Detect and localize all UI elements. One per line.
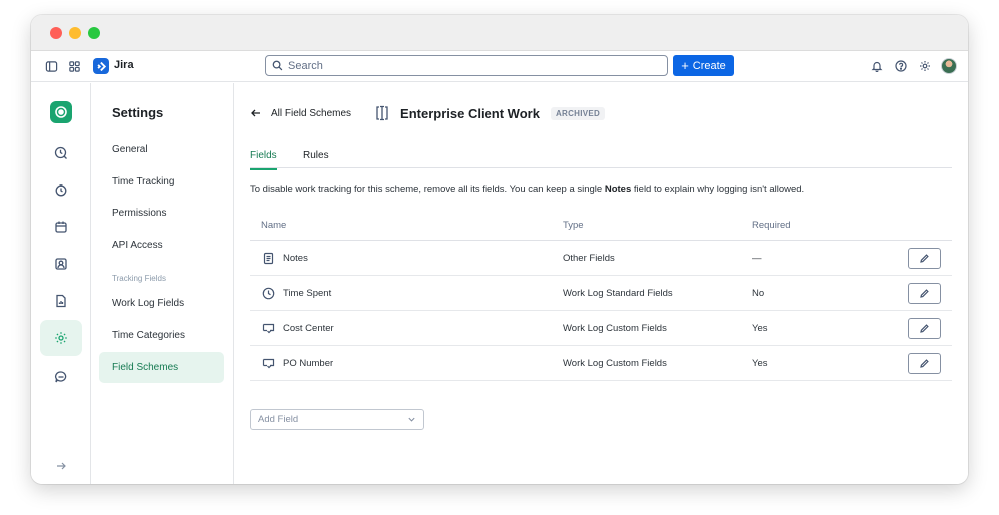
field-required: No <box>752 288 765 299</box>
comment-check-icon <box>261 357 275 371</box>
edit-button[interactable] <box>908 318 941 339</box>
field-name-cell: Notes <box>261 241 308 276</box>
sidebar-item-field-schemes[interactable]: Field Schemes <box>99 352 224 383</box>
field-type: Work Log Standard Fields <box>563 288 673 299</box>
chat-icon[interactable] <box>53 369 69 385</box>
expand-arrow-icon[interactable] <box>53 458 69 474</box>
settings-gear-icon[interactable] <box>53 330 69 346</box>
main-content: All Field Schemes Enterprise Client Work… <box>234 83 968 484</box>
pencil-icon <box>919 288 930 299</box>
document-icon <box>261 252 275 266</box>
column-header-required: Required <box>752 220 791 231</box>
field-name-cell: PO Number <box>261 346 333 381</box>
field-name: Notes <box>283 253 308 264</box>
create-button-label: Create <box>692 59 726 72</box>
app-switcher-icon[interactable] <box>66 58 82 74</box>
field-scheme-icon <box>373 104 391 122</box>
gear-icon[interactable] <box>917 58 933 74</box>
tab-fields[interactable]: Fields <box>250 150 277 170</box>
field-name: Cost Center <box>283 323 334 334</box>
search-icon <box>272 60 283 71</box>
sidebar-item-time-tracking[interactable]: Time Tracking <box>99 166 224 197</box>
page-title: Enterprise Client Work <box>400 105 540 121</box>
field-name-cell: Cost Center <box>261 311 334 346</box>
sidebar-item-time-categories[interactable]: Time Categories <box>99 320 224 351</box>
sidebar-item-work-log-fields[interactable]: Work Log Fields <box>99 288 224 319</box>
user-avatar[interactable] <box>941 58 957 74</box>
add-field-select[interactable]: Add Field <box>250 409 424 430</box>
chevron-down-icon <box>407 415 416 424</box>
back-link[interactable]: All Field Schemes <box>250 107 351 119</box>
product-logo-icon[interactable] <box>50 101 72 123</box>
back-link-label: All Field Schemes <box>271 107 352 119</box>
minimize-window-button[interactable] <box>69 27 81 39</box>
sidebar-item-general[interactable]: General <box>99 134 224 165</box>
user-card-icon[interactable] <box>53 256 69 272</box>
description-part-1: To disable work tracking for this scheme… <box>250 184 605 195</box>
status-badge: ARCHIVED <box>550 106 606 120</box>
fields-table: Name Type Required Notes Other Fields — <box>250 208 952 381</box>
pencil-icon <box>919 253 930 264</box>
field-name-cell: Time Spent <box>261 276 331 311</box>
field-type: Other Fields <box>563 253 615 264</box>
top-navigation: Jira + Create <box>31 51 968 82</box>
clock-icon <box>261 287 275 301</box>
pencil-icon <box>919 323 930 334</box>
sidebar-section-label: Tracking Fields <box>112 274 166 283</box>
field-required: — <box>752 253 762 264</box>
maximize-window-button[interactable] <box>88 27 100 39</box>
column-header-type: Type <box>563 220 584 231</box>
edit-button[interactable] <box>908 353 941 374</box>
table-row: PO Number Work Log Custom Fields Yes <box>250 346 952 381</box>
app-name[interactable]: Jira <box>114 59 134 71</box>
sidebar-item-api-access[interactable]: API Access <box>99 230 224 261</box>
close-window-button[interactable] <box>50 27 62 39</box>
comment-check-icon <box>261 322 275 336</box>
field-type: Work Log Custom Fields <box>563 358 667 369</box>
field-name: Time Spent <box>283 288 332 299</box>
bell-icon[interactable] <box>869 58 885 74</box>
field-name: PO Number <box>283 358 334 369</box>
settings-title: Settings <box>112 105 164 120</box>
tab-rules[interactable]: Rules <box>303 150 329 168</box>
description-text: To disable work tracking for this scheme… <box>250 184 804 195</box>
tab-bar: Fields Rules <box>250 143 952 170</box>
plus-icon: + <box>681 58 689 73</box>
column-header-name: Name <box>261 220 287 231</box>
sidebar-toggle-icon[interactable] <box>43 58 59 74</box>
field-required: Yes <box>752 323 768 334</box>
edit-button[interactable] <box>908 283 941 304</box>
table-row: Cost Center Work Log Custom Fields Yes <box>250 311 952 346</box>
report-document-icon[interactable] <box>53 293 69 309</box>
create-button[interactable]: + Create <box>673 55 734 76</box>
edit-button[interactable] <box>908 248 941 269</box>
search-input[interactable] <box>288 59 648 72</box>
table-header: Name Type Required <box>250 208 952 241</box>
arrow-left-icon <box>250 107 262 119</box>
icon-rail <box>31 83 91 484</box>
calendar-icon[interactable] <box>53 219 69 235</box>
field-type: Work Log Custom Fields <box>563 323 667 334</box>
add-field-placeholder: Add Field <box>258 414 299 425</box>
page-header: All Field Schemes Enterprise Client Work… <box>250 103 606 123</box>
timesheet-clock-icon[interactable] <box>53 145 69 161</box>
pencil-icon <box>919 358 930 369</box>
jira-logo-icon[interactable] <box>93 58 109 74</box>
sidebar-item-permissions[interactable]: Permissions <box>99 198 224 229</box>
stopwatch-icon[interactable] <box>53 182 69 198</box>
settings-sidebar: Settings General Time Tracking Permissio… <box>91 83 234 484</box>
table-row: Notes Other Fields — <box>250 241 952 276</box>
description-part-2: field to explain why logging isn't allow… <box>631 184 805 195</box>
search-box[interactable] <box>265 55 668 76</box>
field-required: Yes <box>752 358 768 369</box>
window-titlebar <box>31 15 968 51</box>
app-window: Jira + Create <box>31 15 968 484</box>
table-row: Time Spent Work Log Standard Fields No <box>250 276 952 311</box>
description-bold: Notes <box>604 184 632 195</box>
help-icon[interactable] <box>893 58 909 74</box>
